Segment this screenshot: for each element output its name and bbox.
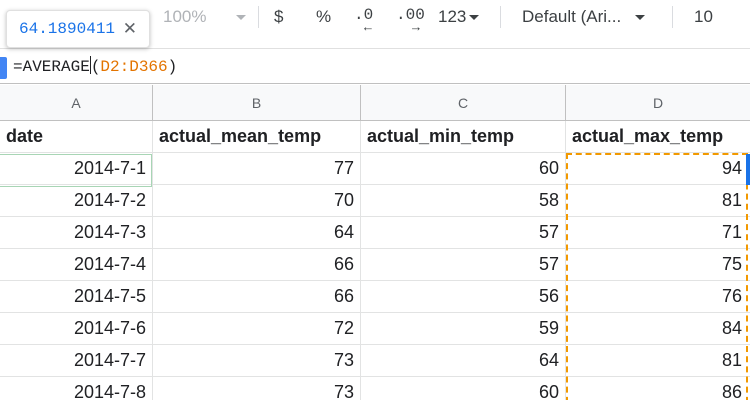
decrease-decimals-button[interactable]: .0 ← — [354, 0, 380, 35]
arrow-right-icon: → — [412, 20, 420, 35]
arrow-left-icon: ← — [364, 20, 372, 35]
toolbar-divider — [500, 6, 501, 28]
percent-label: % — [316, 7, 332, 26]
cell-date[interactable]: 2014-7-2 — [0, 185, 153, 217]
increase-decimals-label: .00 — [396, 6, 425, 24]
cell-cursor-marker — [746, 154, 750, 185]
cell-max-temp[interactable]: 81 — [566, 185, 750, 217]
header-cell-date[interactable]: date — [0, 121, 153, 153]
cell-min-temp[interactable]: 56 — [361, 281, 566, 313]
formula-function: =AVERAGE — [13, 58, 90, 76]
more-formats-label: 123 — [438, 7, 467, 26]
cell-min-temp[interactable]: 57 — [361, 249, 566, 281]
font-size-value: 10 — [694, 7, 713, 26]
cell-mean-temp[interactable]: 66 — [153, 249, 361, 281]
zoom-value: 100% — [163, 7, 207, 26]
column-header-c[interactable]: C — [361, 85, 566, 121]
cell-mean-temp[interactable]: 77 — [153, 153, 361, 185]
chevron-down-icon — [469, 14, 480, 20]
cell-min-temp[interactable]: 58 — [361, 185, 566, 217]
cell-max-temp[interactable]: 86 — [566, 377, 750, 400]
formula-open-paren: ( — [90, 58, 101, 76]
increase-decimals-button[interactable]: .00 → — [396, 0, 432, 35]
formula-close-paren: ) — [167, 58, 178, 76]
font-family-value: Default (Ari... — [522, 7, 622, 26]
cell-mean-temp[interactable]: 64 — [153, 217, 361, 249]
cell-date[interactable]: 2014-7-8 — [0, 377, 153, 400]
cell-max-temp[interactable]: 76 — [566, 281, 750, 313]
formula-result-tooltip: 64.1890411 ✕ — [6, 10, 150, 48]
cell-max-temp[interactable]: 71 — [566, 217, 750, 249]
cell-min-temp[interactable]: 60 — [361, 377, 566, 400]
cell-date[interactable]: 2014-7-6 — [0, 313, 153, 345]
toolbar-divider — [672, 6, 673, 28]
formula-input[interactable]: =AVERAGE(D2:D366) — [13, 56, 177, 76]
spreadsheet-grid: A B C D date actual_mean_temp actual_min… — [0, 85, 750, 400]
cell-mean-temp[interactable]: 73 — [153, 377, 361, 400]
cell-mean-temp[interactable]: 72 — [153, 313, 361, 345]
cell-mean-temp[interactable]: 70 — [153, 185, 361, 217]
cell-max-temp[interactable]: 94 — [566, 153, 750, 185]
cell-max-temp[interactable]: 84 — [566, 313, 750, 345]
column-header-a[interactable]: A — [0, 85, 153, 121]
cell-reference-chip[interactable] — [0, 57, 7, 79]
formula-result-value: 64.1890411 — [19, 20, 116, 38]
chevron-down-icon — [635, 14, 646, 20]
currency-format-button[interactable]: $ — [274, 0, 283, 34]
cell-min-temp[interactable]: 64 — [361, 345, 566, 377]
toolbar-divider — [258, 6, 259, 28]
column-header-d[interactable]: D — [566, 85, 750, 121]
header-cell-min[interactable]: actual_min_temp — [361, 121, 566, 153]
cell-date[interactable]: 2014-7-3 — [0, 217, 153, 249]
column-header-b[interactable]: B — [153, 85, 361, 121]
formula-range-ref: D2:D366 — [100, 58, 168, 76]
cell-max-temp[interactable]: 81 — [566, 345, 750, 377]
close-icon[interactable]: ✕ — [123, 19, 137, 39]
cell-mean-temp[interactable]: 73 — [153, 345, 361, 377]
cell-date[interactable]: 2014-7-4 — [0, 249, 153, 281]
cell-min-temp[interactable]: 57 — [361, 217, 566, 249]
font-family-select[interactable]: Default (Ari... — [522, 0, 646, 34]
formula-bar[interactable]: =AVERAGE(D2:D366) — [0, 48, 750, 84]
header-cell-mean[interactable]: actual_mean_temp — [153, 121, 361, 153]
zoom-select[interactable]: 100% — [163, 0, 247, 34]
header-cell-max[interactable]: actual_max_temp — [566, 121, 750, 153]
chevron-down-icon — [236, 14, 247, 20]
cell-date[interactable]: 2014-7-1 — [0, 153, 153, 185]
font-size-input[interactable]: 10 — [694, 0, 713, 34]
cell-mean-temp[interactable]: 66 — [153, 281, 361, 313]
more-formats-button[interactable]: 123 — [438, 0, 480, 34]
cell-min-temp[interactable]: 60 — [361, 153, 566, 185]
cell-date[interactable]: 2014-7-7 — [0, 345, 153, 377]
cell-min-temp[interactable]: 59 — [361, 313, 566, 345]
cell-date[interactable]: 2014-7-5 — [0, 281, 153, 313]
currency-label: $ — [274, 7, 284, 26]
percent-format-button[interactable]: % — [316, 0, 331, 34]
cell-max-temp[interactable]: 75 — [566, 249, 750, 281]
